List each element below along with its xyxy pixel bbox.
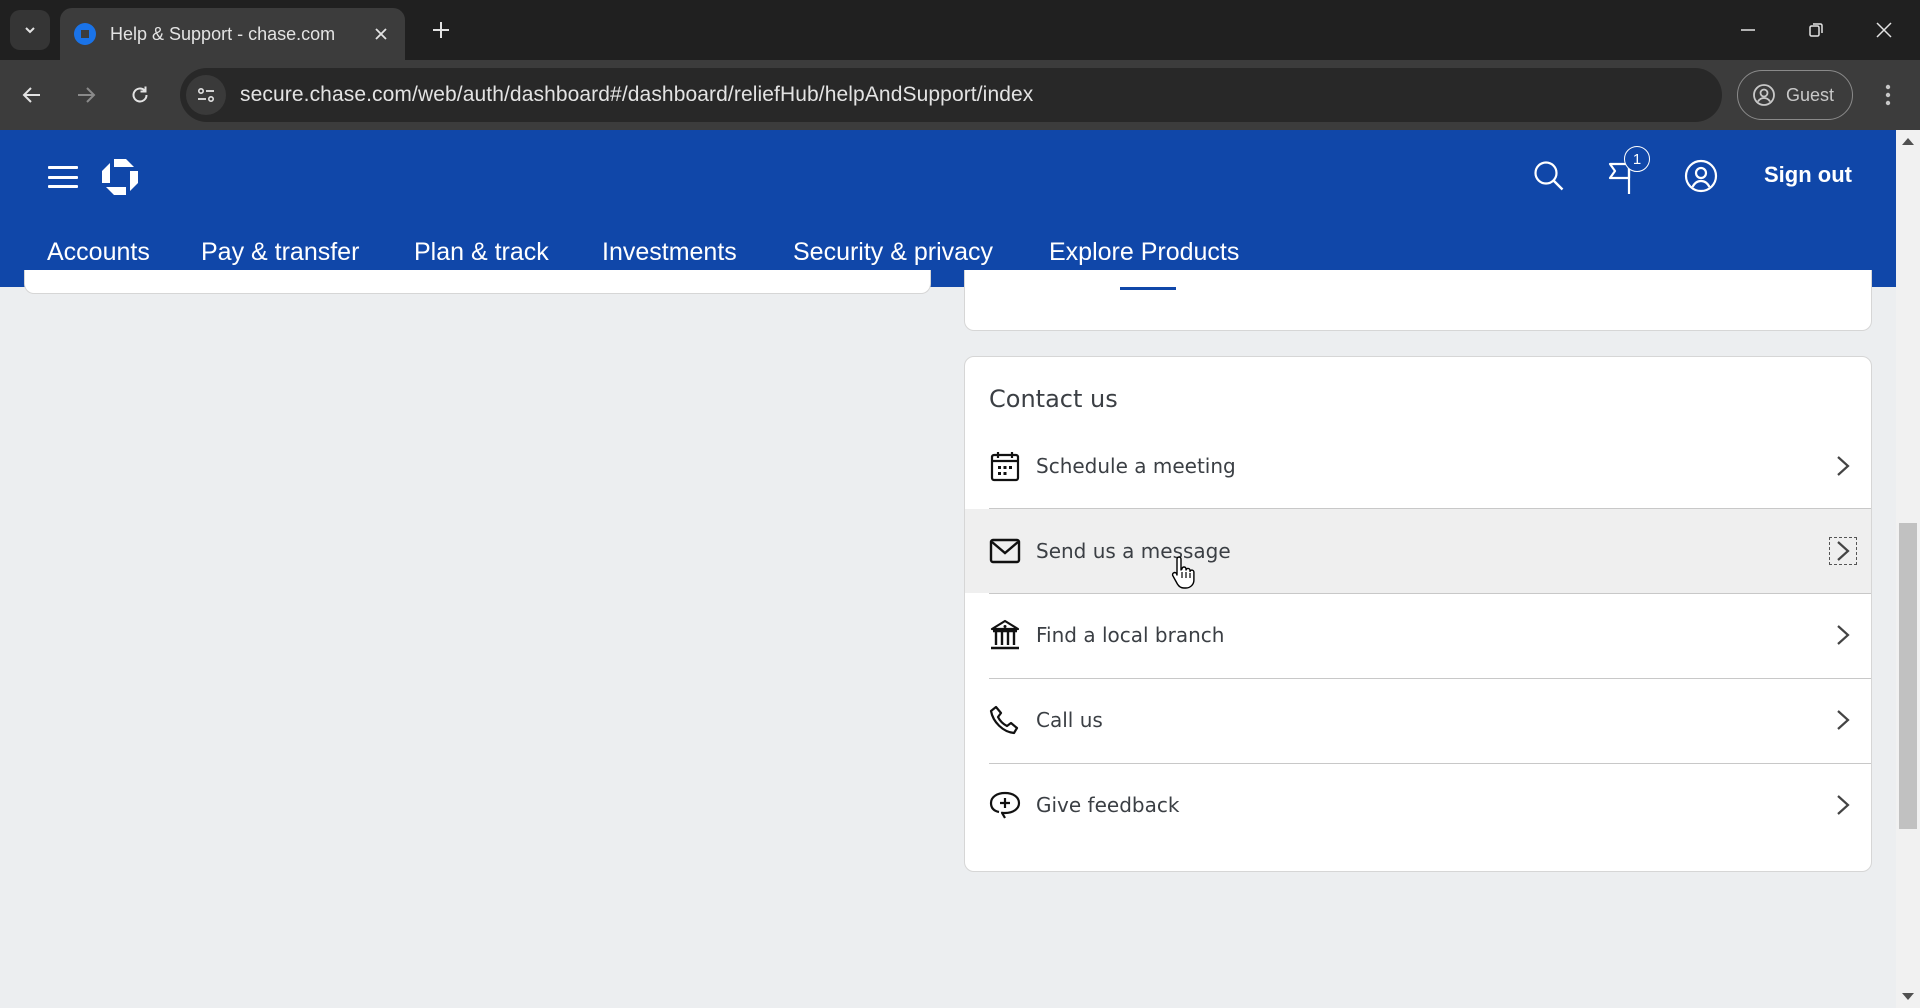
new-tab-button[interactable] (425, 14, 457, 46)
tab-search-button[interactable] (10, 10, 50, 50)
url-text[interactable]: secure.chase.com/web/auth/dashboard#/das… (240, 83, 1033, 107)
search-button[interactable] (1529, 156, 1569, 196)
contact-item-call-us[interactable]: Call us (965, 678, 1871, 762)
profile-label: Guest (1786, 84, 1835, 105)
browser-menu-button[interactable] (1872, 77, 1904, 113)
profile-button[interactable] (1681, 156, 1721, 196)
back-button[interactable] (14, 77, 50, 113)
left-card-bottom-edge (24, 270, 931, 294)
reload-button[interactable] (122, 77, 158, 113)
close-icon (1876, 22, 1892, 38)
chase-octagon-logo[interactable] (100, 157, 140, 197)
restore-icon (1809, 23, 1823, 37)
person-circle-icon (1753, 84, 1775, 106)
sign-out-link[interactable]: Sign out (1764, 162, 1852, 188)
contact-item-label: Give feedback (1036, 793, 1180, 817)
tune-icon (197, 87, 215, 103)
contact-item-label: Find a local branch (1036, 623, 1225, 647)
contact-item-label: Send us a message (1036, 539, 1231, 563)
nav-accounts[interactable]: Accounts (47, 238, 150, 267)
chevron-right-icon (1827, 450, 1859, 482)
chevron-right-icon (1827, 789, 1859, 821)
chevron-right-icon (1827, 704, 1859, 736)
chevron-right-icon (1827, 619, 1859, 651)
contact-item-label: Schedule a meeting (1036, 454, 1236, 478)
nav-plan-track[interactable]: Plan & track (414, 238, 549, 267)
tab-close-button[interactable] (369, 22, 393, 46)
scroll-up-arrow-icon[interactable] (1902, 138, 1914, 145)
nav-investments[interactable]: Investments (602, 238, 737, 267)
reload-icon (132, 86, 148, 103)
search-icon (1534, 161, 1564, 191)
card-decoration (1120, 287, 1176, 290)
more-vertical-icon (1885, 84, 1891, 106)
scrollbar-thumb[interactable] (1899, 523, 1917, 829)
right-card-bottom-edge (964, 270, 1872, 331)
contact-item-find-branch[interactable]: Find a local branch (965, 593, 1871, 677)
site-header: 1 Sign out Accounts Pay & transfer Plan … (0, 130, 1896, 287)
chase-favicon-icon (74, 23, 96, 45)
arrow-right-icon (78, 87, 96, 103)
minimize-button[interactable] (1724, 10, 1772, 50)
close-window-button[interactable] (1860, 10, 1908, 50)
hand-cursor-icon (1171, 556, 1195, 589)
nav-explore-products[interactable]: Explore Products (1049, 238, 1239, 267)
mail-icon (989, 535, 1021, 567)
contact-item-schedule-meeting[interactable]: Schedule a meeting (965, 424, 1871, 508)
phone-icon (989, 704, 1021, 736)
calendar-icon (989, 450, 1021, 482)
restore-button[interactable] (1792, 10, 1840, 50)
arrow-left-icon (22, 87, 40, 103)
tab-title: Help & Support - chase.com (110, 23, 336, 44)
nav-security-privacy[interactable]: Security & privacy (793, 238, 993, 267)
minimize-icon (1741, 29, 1755, 31)
contact-item-give-feedback[interactable]: Give feedback (965, 763, 1871, 847)
chevron-down-icon (25, 27, 35, 34)
bank-icon (989, 619, 1021, 651)
contact-item-label: Call us (1036, 708, 1103, 732)
close-icon (375, 28, 387, 40)
browser-toolbar: secure.chase.com/web/auth/dashboard#/das… (0, 60, 1920, 130)
address-bar[interactable]: secure.chase.com/web/auth/dashboard#/das… (180, 68, 1722, 122)
scroll-down-arrow-icon[interactable] (1902, 993, 1914, 1000)
plus-icon (433, 22, 449, 38)
contact-item-send-message[interactable]: Send us a message (965, 509, 1871, 593)
chevron-right-icon (1827, 535, 1859, 567)
forward-button[interactable] (68, 77, 104, 113)
browser-tab-active[interactable]: Help & Support - chase.com (60, 8, 405, 60)
notification-badge: 1 (1624, 146, 1650, 172)
profile-icon (1684, 159, 1718, 193)
browser-tab-bar: Help & Support - chase.com (0, 0, 1920, 60)
page-scrollbar[interactable] (1896, 130, 1920, 1008)
hamburger-icon[interactable] (48, 163, 78, 191)
nav-pay-transfer[interactable]: Pay & transfer (201, 238, 359, 267)
feedback-icon (989, 789, 1021, 821)
site-info-button[interactable] (186, 75, 226, 115)
contact-us-card: Contact us Schedule a meeting Send us a … (964, 356, 1872, 872)
profile-button[interactable]: Guest (1737, 70, 1853, 120)
contact-us-title: Contact us (989, 385, 1118, 413)
